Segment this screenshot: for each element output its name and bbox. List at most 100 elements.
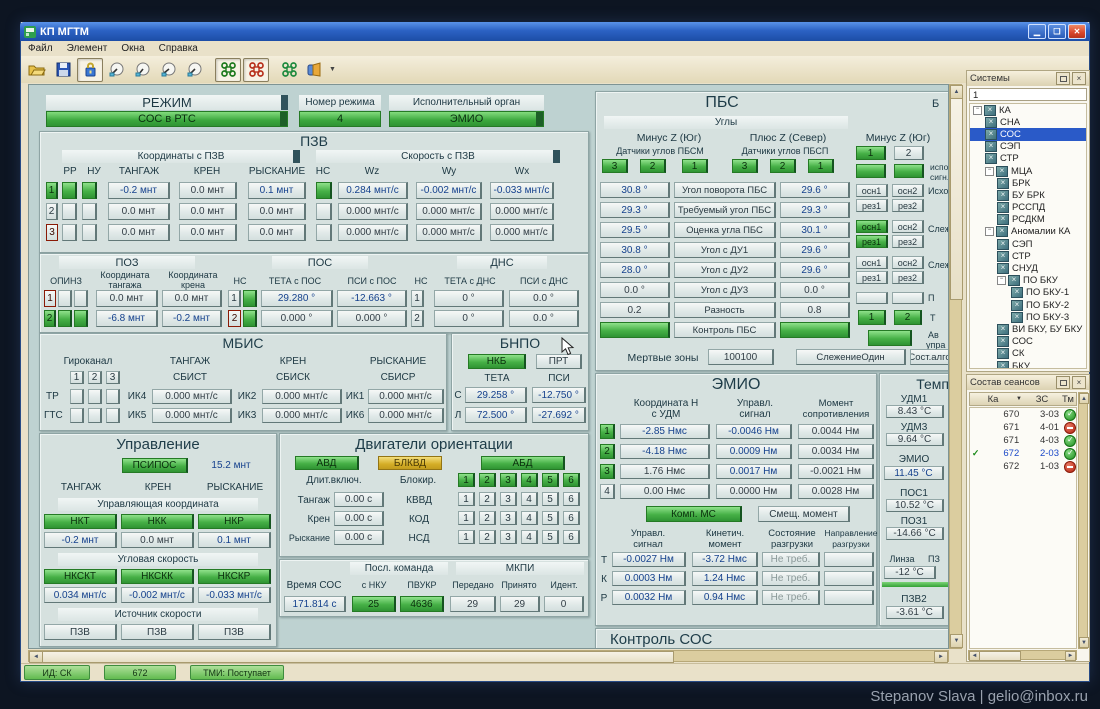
- float-panel-icon[interactable]: [1056, 72, 1070, 85]
- tree-expander-icon[interactable]: −: [973, 106, 982, 115]
- float-panel-icon[interactable]: [1056, 376, 1070, 389]
- pbs-control-left-indicator: [600, 322, 670, 338]
- horn-button[interactable]: [303, 59, 327, 81]
- sessions-vscrollbar[interactable]: ▲ ▼: [1078, 392, 1088, 649]
- osn1-button[interactable]: осн1: [856, 220, 888, 233]
- abd-button[interactable]: АБД: [481, 456, 565, 470]
- menu-help[interactable]: Справка: [152, 43, 205, 54]
- osn2-button[interactable]: осн2: [892, 184, 924, 197]
- tree-item[interactable]: − × СТР: [970, 153, 1086, 165]
- rez2-button[interactable]: рез2: [892, 199, 924, 212]
- canvas-hscrollbar[interactable]: ◄ ►: [28, 650, 949, 662]
- menu-element[interactable]: Элемент: [60, 43, 115, 54]
- tree-item[interactable]: − × СТР: [970, 250, 1086, 262]
- time-cmd-panel: Посл. команда МКПИ Время СОС с НКУ ПВУКР…: [279, 559, 589, 617]
- rez1-button[interactable]: рез1: [856, 271, 888, 284]
- psipos-button[interactable]: ПСИПОС: [122, 458, 188, 473]
- tree-item[interactable]: − × РССПД: [970, 202, 1086, 214]
- session-row[interactable]: ✓ 672 1-03: [970, 460, 1076, 473]
- angle-tool-icon-4[interactable]: [183, 59, 207, 81]
- avd-button[interactable]: АВД: [295, 456, 359, 470]
- nkskt-button[interactable]: НКСКТ: [44, 569, 117, 584]
- tree-expander-icon[interactable]: −: [985, 167, 994, 176]
- close-button[interactable]: ✕: [1068, 24, 1086, 39]
- save-button[interactable]: [51, 59, 75, 81]
- nkb-button[interactable]: НКБ: [468, 354, 526, 369]
- open-button[interactable]: [25, 59, 49, 81]
- tree-item[interactable]: − × СЭП: [970, 238, 1086, 250]
- close-panel-icon[interactable]: ×: [1072, 72, 1086, 85]
- tree-item[interactable]: − × ПО БКУ-1: [970, 287, 1086, 299]
- tree-item[interactable]: − × РСДКМ: [970, 214, 1086, 226]
- tree-item[interactable]: − × ПО БКУ-2: [970, 299, 1086, 311]
- mode-number-value: 4: [299, 111, 381, 127]
- rez1-button[interactable]: рез1: [856, 199, 888, 212]
- restore-button[interactable]: ❑: [1048, 24, 1066, 39]
- tree-item[interactable]: − × Аномалии КА: [970, 226, 1086, 238]
- tree-item[interactable]: − × СНА: [970, 116, 1086, 128]
- sessions-table-header[interactable]: Ка▼ ЗС Тм: [969, 392, 1077, 406]
- command-red-icon[interactable]: [243, 58, 269, 82]
- tree-item[interactable]: − × ПО БКУ: [970, 275, 1086, 287]
- systems-panel-header[interactable]: Системы ×: [967, 71, 1089, 86]
- systems-filter-field[interactable]: 1: [969, 88, 1087, 101]
- osn1-button[interactable]: осн1: [856, 256, 888, 269]
- rez2-button[interactable]: рез2: [892, 271, 924, 284]
- command-green-icon[interactable]: [215, 58, 241, 82]
- tree-expander-icon[interactable]: −: [985, 227, 994, 236]
- nkk-button[interactable]: НКК: [121, 514, 194, 529]
- window-titlebar[interactable]: КП МГТМ ▁ ❑ ✕: [20, 22, 1090, 41]
- sessions-hscrollbar[interactable]: ◄ ►: [968, 650, 1077, 660]
- nkr-button[interactable]: НКР: [198, 514, 271, 529]
- prt-button[interactable]: ПРТ: [536, 354, 582, 369]
- watermark: Stepanov Slava | gelio@inbox.ru: [870, 688, 1088, 705]
- tree-item[interactable]: − × СОС: [970, 336, 1086, 348]
- rez2-button[interactable]: рез2: [892, 235, 924, 248]
- tree-expander-icon[interactable]: −: [997, 276, 1006, 285]
- minimize-button[interactable]: ▁: [1028, 24, 1046, 39]
- mbis-panel: МБИС Гироканал 1 2 3 ТАНГАЖ СБИСТ КРЕН С…: [39, 333, 447, 431]
- tree-item[interactable]: − × ВИ БКУ, БУ БКУ: [970, 323, 1086, 335]
- tracking-one-button[interactable]: СлежениеОдин: [796, 349, 906, 365]
- nkt-button[interactable]: НКТ: [44, 514, 117, 529]
- angle-tool-icon-1[interactable]: [105, 59, 129, 81]
- tree-item[interactable]: − × БРК: [970, 177, 1086, 189]
- tree-item[interactable]: − × СЭП: [970, 141, 1086, 153]
- nkskr-button[interactable]: НКСКР: [198, 569, 271, 584]
- command-green2-icon[interactable]: [277, 59, 301, 81]
- tree-item[interactable]: − × КА: [970, 104, 1086, 116]
- tree-item[interactable]: − × БУ БРК: [970, 189, 1086, 201]
- status-bar: ИД: СК 672 ТМИ: Поступает: [21, 663, 1089, 681]
- close-panel-icon[interactable]: ×: [1072, 376, 1086, 389]
- session-row[interactable]: ✓ 670 3-03: [970, 408, 1076, 421]
- emio-title: ЭМИО: [596, 376, 876, 394]
- comp-ms-button[interactable]: Комп. МС: [646, 506, 742, 522]
- angle-tool-icon-3[interactable]: [157, 59, 181, 81]
- mode-header: РЕЖИМ: [46, 95, 288, 110]
- session-row[interactable]: ✓ 672 2-03: [970, 447, 1076, 460]
- menu-file[interactable]: Файл: [21, 43, 60, 54]
- state-algo-button[interactable]: Сост.алго: [910, 349, 949, 365]
- horn-dropdown-caret[interactable]: ▼: [329, 66, 336, 73]
- session-row[interactable]: ✓ 671 4-03: [970, 434, 1076, 447]
- pzv-title: ПЗВ: [40, 133, 588, 149]
- sessions-panel-header[interactable]: Состав сеансов ×: [967, 375, 1089, 390]
- menu-windows[interactable]: Окна: [114, 43, 151, 54]
- osn1-button[interactable]: осн1: [856, 184, 888, 197]
- offset-moment-button[interactable]: Смещ. момент: [758, 506, 850, 522]
- angle-tool-icon-2[interactable]: [131, 59, 155, 81]
- canvas-vscrollbar[interactable]: ▲ ▼: [949, 84, 962, 649]
- tree-item[interactable]: − × ПО БКУ-3: [970, 311, 1086, 323]
- osn2-button[interactable]: осн2: [892, 220, 924, 233]
- tree-item[interactable]: − × СНУД: [970, 262, 1086, 274]
- rez1-button[interactable]: рез1: [856, 235, 888, 248]
- nkskk-button[interactable]: НКСКК: [121, 569, 194, 584]
- session-row[interactable]: ✓ 671 4-01: [970, 421, 1076, 434]
- tree-item[interactable]: − × БКУ: [970, 360, 1086, 369]
- tree-item[interactable]: − × СОС: [970, 128, 1086, 140]
- lock-button[interactable]: [77, 58, 103, 82]
- blkvd-button[interactable]: БЛКВД: [378, 456, 442, 470]
- osn2-button[interactable]: осн2: [892, 256, 924, 269]
- tree-item[interactable]: − × МЦА: [970, 165, 1086, 177]
- tree-item[interactable]: − × СК: [970, 348, 1086, 360]
